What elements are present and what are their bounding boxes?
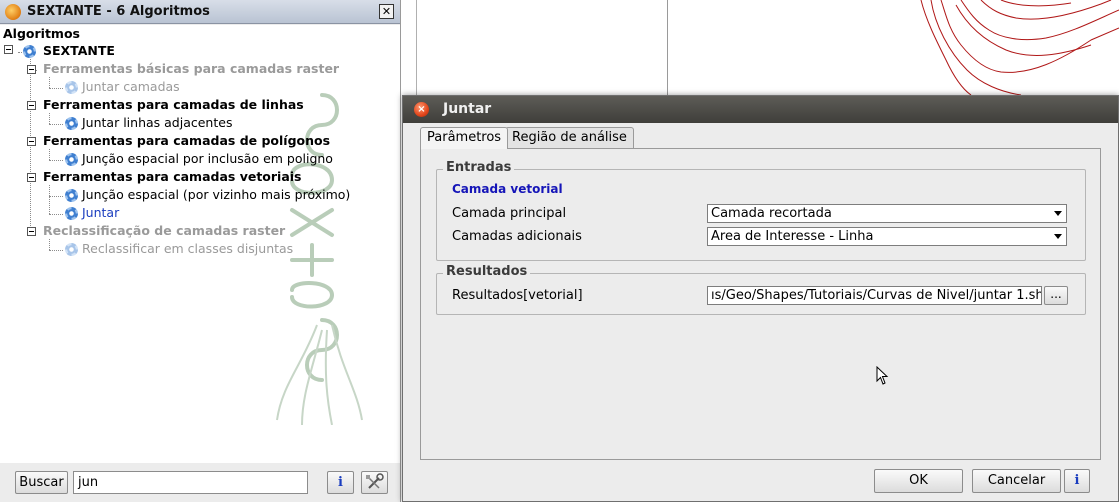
camadas-adicionais-select[interactable]: Area de Interesse - Linha bbox=[707, 227, 1067, 246]
gear-icon bbox=[65, 117, 78, 130]
collapse-toggle-icon[interactable] bbox=[27, 173, 36, 182]
gear-icon bbox=[65, 153, 78, 166]
collapse-toggle-icon[interactable] bbox=[27, 65, 36, 74]
search-input[interactable]: jun bbox=[73, 471, 308, 494]
gear-icon bbox=[65, 243, 78, 256]
collapse-toggle-icon[interactable] bbox=[27, 227, 36, 236]
camadas-adicionais-label: Camadas adicionais bbox=[452, 229, 582, 244]
tree-root-sextante[interactable]: SEXTANTE bbox=[43, 42, 115, 60]
juntar-dialog: × Juntar Parâmetros Região de análise En… bbox=[402, 95, 1119, 502]
tree-connector bbox=[49, 250, 63, 251]
window-title: SEXTANTE - 6 Algoritmos bbox=[27, 4, 210, 19]
tab-parametros[interactable]: Parâmetros bbox=[420, 127, 509, 149]
resultados-vetorial-label: Resultados[vetorial] bbox=[452, 288, 583, 303]
map-canvas[interactable] bbox=[401, 0, 1119, 95]
close-icon[interactable]: ✕ bbox=[379, 4, 394, 19]
camada-principal-label: Camada principal bbox=[452, 206, 567, 221]
cancel-button[interactable]: Cancelar bbox=[972, 469, 1061, 493]
help-button[interactable]: i bbox=[1064, 469, 1090, 493]
tree-group-raster-basic[interactable]: Ferramentas básicas para camadas raster bbox=[43, 60, 339, 78]
browse-button[interactable]: ... bbox=[1044, 286, 1068, 305]
tree-connector bbox=[49, 113, 50, 124]
tree-group-lines[interactable]: Ferramentas para camadas de linhas bbox=[43, 96, 304, 114]
dialog-title: Juntar bbox=[443, 101, 492, 117]
camada-principal-value: Camada recortada bbox=[711, 206, 832, 221]
tree-group-reclass[interactable]: Reclassificação de camadas raster bbox=[43, 222, 285, 240]
tree-connector bbox=[49, 160, 63, 161]
map-divider bbox=[667, 0, 668, 95]
tree-connector bbox=[49, 196, 63, 197]
collapse-toggle-icon[interactable] bbox=[4, 45, 13, 54]
tree-connector bbox=[49, 124, 63, 125]
algorithm-tree[interactable]: Algoritmos SEXTANTE Ferramentas básicas … bbox=[0, 25, 400, 463]
collapse-toggle-icon[interactable] bbox=[27, 137, 36, 146]
tree-group-polygons[interactable]: Ferramentas para camadas de polígonos bbox=[43, 132, 330, 150]
tree-connector bbox=[49, 239, 50, 250]
tree-item-juntar-selected[interactable]: Juntar bbox=[82, 204, 119, 222]
chevron-down-icon bbox=[1054, 234, 1062, 239]
camada-principal-select[interactable]: Camada recortada bbox=[707, 204, 1067, 223]
wrench-screwdriver-icon bbox=[366, 473, 384, 489]
tree-connector bbox=[49, 185, 50, 214]
tree-group-vector[interactable]: Ferramentas para camadas vetoriais bbox=[43, 168, 302, 186]
gear-icon bbox=[65, 81, 78, 94]
gear-icon bbox=[65, 207, 78, 220]
info-button[interactable]: i bbox=[327, 471, 354, 494]
tree-item-juncao-vizinho[interactable]: Junção espacial (por vizinho mais próxim… bbox=[82, 186, 350, 204]
contour-lines bbox=[920, 0, 1119, 95]
close-icon[interactable]: × bbox=[414, 102, 429, 117]
dialog-titlebar[interactable]: × Juntar bbox=[403, 96, 1118, 123]
chevron-down-icon bbox=[1054, 211, 1062, 216]
gear-icon bbox=[23, 45, 36, 58]
tree-item-juncao-inclusao[interactable]: Junção espacial por inclusão em poligno bbox=[82, 150, 333, 168]
sextante-window: SEXTANTE - 6 Algoritmos ✕ Algoritmos SEX… bbox=[0, 0, 401, 502]
gear-icon bbox=[65, 189, 78, 202]
resultados-group: Resultados Resultados[vetorial] ıs/Geo/S… bbox=[436, 264, 1086, 315]
collapse-toggle-icon[interactable] bbox=[27, 101, 36, 110]
output-path-input[interactable]: ıs/Geo/Shapes/Tutoriais/Curvas de Nivel/… bbox=[707, 286, 1042, 305]
tree-connector bbox=[49, 77, 50, 88]
search-bar: Buscar jun i bbox=[0, 463, 400, 502]
map-divider bbox=[416, 0, 417, 95]
tree-header: Algoritmos bbox=[3, 26, 80, 41]
camadas-adicionais-value: Area de Interesse - Linha bbox=[711, 229, 874, 244]
tree-connector bbox=[49, 149, 50, 160]
resultados-title: Resultados bbox=[443, 264, 531, 279]
settings-button[interactable] bbox=[361, 471, 388, 494]
sextante-logo-icon bbox=[5, 4, 21, 20]
sextante-titlebar[interactable]: SEXTANTE - 6 Algoritmos ✕ bbox=[0, 0, 400, 24]
camada-vetorial-heading: Camada vetorial bbox=[452, 182, 563, 196]
entradas-group: Entradas Camada vetorial Camada principa… bbox=[436, 160, 1086, 261]
tree-item-reclassificar[interactable]: Reclassificar em classes disjuntas bbox=[82, 240, 293, 258]
mouse-pointer-icon bbox=[876, 366, 889, 385]
tree-item-juntar-linhas[interactable]: Juntar linhas adjacentes bbox=[82, 114, 232, 132]
tab-regiao-analise[interactable]: Região de análise bbox=[505, 127, 634, 149]
ok-button[interactable]: OK bbox=[874, 469, 963, 493]
search-button[interactable]: Buscar bbox=[15, 471, 68, 494]
tree-connector bbox=[49, 88, 63, 89]
entradas-title: Entradas bbox=[443, 160, 515, 175]
tab-panel-parametros: Entradas Camada vetorial Camada principa… bbox=[420, 148, 1101, 460]
tree-connector bbox=[49, 214, 63, 215]
tree-item-juntar-camadas[interactable]: Juntar camadas bbox=[82, 78, 180, 96]
